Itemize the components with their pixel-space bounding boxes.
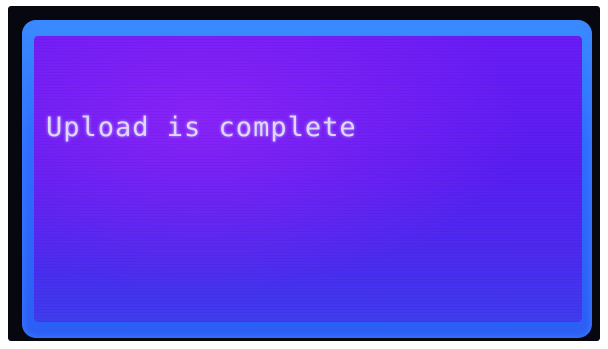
lcd-screen: Upload is complete [34,36,582,322]
status-message: Upload is complete [46,112,357,143]
photo-frame: Upload is complete [0,0,608,349]
lcd-scanlines [34,36,582,322]
